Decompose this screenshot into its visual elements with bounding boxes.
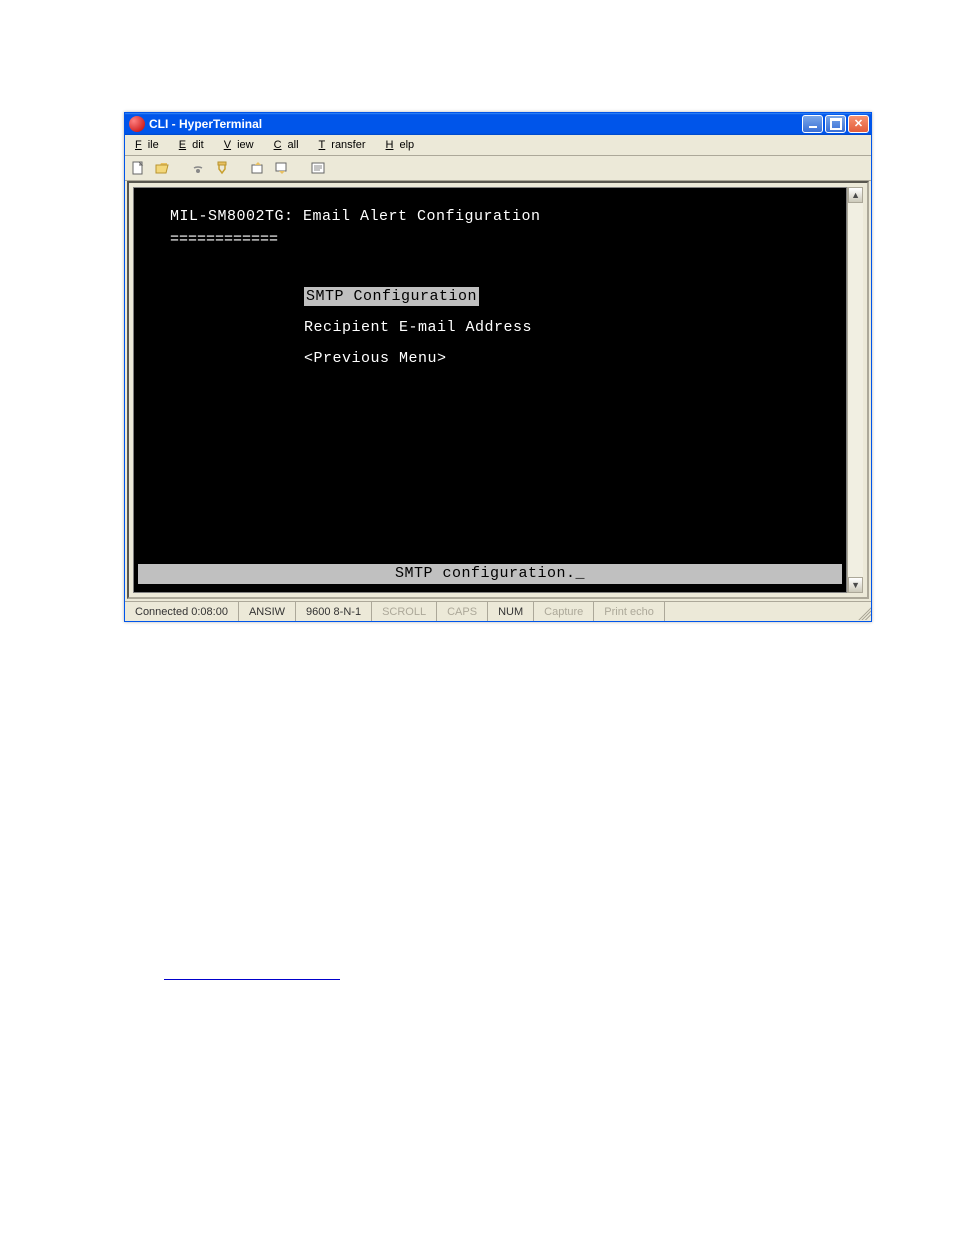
terminal-menu: SMTP Configuration Recipient E-mail Addr… xyxy=(134,286,846,369)
app-icon xyxy=(129,116,145,132)
scroll-down-arrow-icon[interactable]: ▼ xyxy=(848,577,863,593)
menu-call[interactable]: Call xyxy=(268,137,311,153)
receive-icon[interactable] xyxy=(273,159,291,177)
open-icon[interactable] xyxy=(153,159,171,177)
menubar: File Edit View Call Transfer Help xyxy=(125,135,871,156)
new-icon[interactable] xyxy=(129,159,147,177)
toolbar xyxy=(125,156,871,181)
maximize-button[interactable] xyxy=(825,115,846,133)
vertical-scrollbar[interactable]: ▲ ▼ xyxy=(847,187,863,593)
status-scroll: SCROLL xyxy=(372,602,437,621)
status-num: NUM xyxy=(488,602,534,621)
close-button[interactable] xyxy=(848,115,869,133)
disconnect-icon[interactable] xyxy=(213,159,231,177)
scroll-track[interactable] xyxy=(848,203,863,577)
resize-grip-icon[interactable] xyxy=(855,604,871,620)
menu-edit[interactable]: Edit xyxy=(173,137,216,153)
status-capture: Capture xyxy=(534,602,594,621)
menu-file[interactable]: File xyxy=(129,137,171,153)
terminal-status-strip: SMTP configuration._ xyxy=(138,564,842,584)
menu-view[interactable]: View xyxy=(218,137,266,153)
scroll-up-arrow-icon[interactable]: ▲ xyxy=(848,187,863,203)
status-connected: Connected 0:08:00 xyxy=(125,602,239,621)
hyperterminal-window: CLI - HyperTerminal File Edit View Call … xyxy=(124,112,872,622)
window-controls xyxy=(802,115,869,133)
terminal[interactable]: MIL-SM8002TG: Email Alert Configuration … xyxy=(133,187,847,593)
terminal-header: MIL-SM8002TG: Email Alert Configuration xyxy=(134,206,846,227)
menu-item-smtp[interactable]: SMTP Configuration xyxy=(304,286,846,307)
send-icon[interactable] xyxy=(249,159,267,177)
status-print-echo: Print echo xyxy=(594,602,665,621)
document-underline xyxy=(164,978,340,980)
status-port: 9600 8-N-1 xyxy=(296,602,372,621)
status-emulation: ANSIW xyxy=(239,602,296,621)
client-area: MIL-SM8002TG: Email Alert Configuration … xyxy=(127,181,869,599)
statusbar: Connected 0:08:00 ANSIW 9600 8-N-1 SCROL… xyxy=(125,601,871,621)
window-title: CLI - HyperTerminal xyxy=(149,117,802,131)
menu-item-recipient[interactable]: Recipient E-mail Address xyxy=(304,317,846,338)
menu-help[interactable]: Help xyxy=(380,137,427,153)
minimize-button[interactable] xyxy=(802,115,823,133)
status-caps: CAPS xyxy=(437,602,488,621)
connect-icon[interactable] xyxy=(189,159,207,177)
menu-item-previous[interactable]: <Previous Menu> xyxy=(304,348,846,369)
titlebar[interactable]: CLI - HyperTerminal xyxy=(125,113,871,135)
terminal-underline: ============ xyxy=(134,229,846,250)
menu-transfer[interactable]: Transfer xyxy=(313,137,378,153)
properties-icon[interactable] xyxy=(309,159,327,177)
